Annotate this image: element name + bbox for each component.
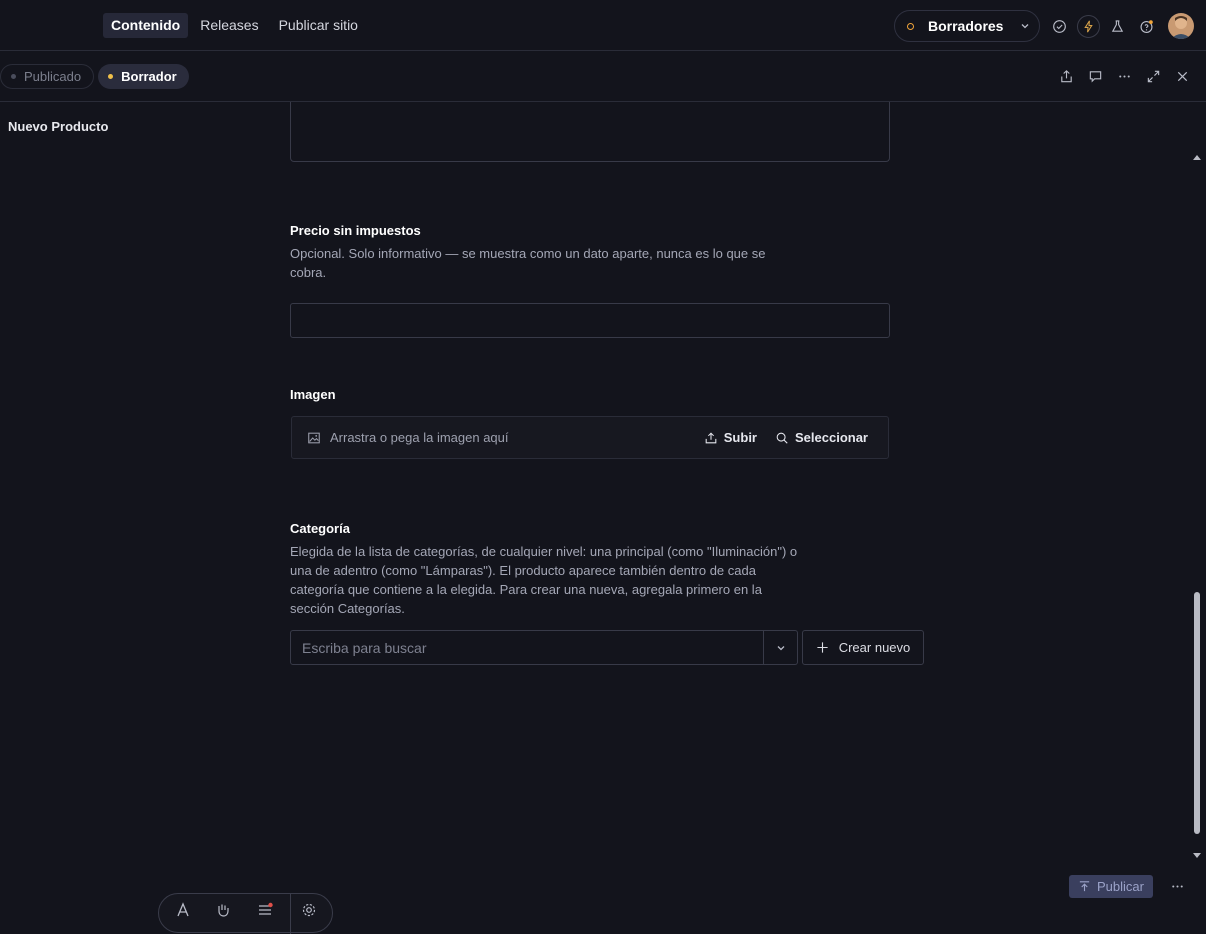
perspective-label: Borradores (928, 18, 1004, 34)
toolbar-divider (290, 894, 291, 934)
reference-input-row: Escriba para buscar Crear nuevo (290, 630, 924, 665)
draft-chip-label: Borrador (121, 69, 177, 84)
tab-publicar-sitio[interactable]: Publicar sitio (271, 13, 366, 38)
reference-search-group: Escriba para buscar (290, 630, 798, 665)
top-navbar: Contenido Releases Publicar sitio Borrad… (0, 0, 1206, 51)
upload-button[interactable]: Subir (704, 430, 757, 445)
tasks-button[interactable] (1048, 15, 1071, 38)
field-title-categoria: Categoría (290, 521, 350, 536)
avatar-image-icon (1168, 13, 1194, 39)
close-icon (1177, 71, 1188, 82)
draft-chip[interactable]: Borrador (98, 64, 189, 89)
field-title-precio: Precio sin impuestos (290, 223, 421, 238)
create-new-label: Crear nuevo (838, 640, 911, 655)
image-dropzone[interactable]: Arrastra o pega la imagen aquí Subir Sel… (291, 416, 889, 459)
categoria-dropdown-toggle[interactable] (764, 630, 798, 665)
updates-button[interactable] (1077, 14, 1100, 38)
help-button[interactable] (1135, 15, 1158, 38)
scroll-down-icon (1193, 853, 1201, 858)
user-avatar[interactable] (1168, 13, 1194, 39)
share-button[interactable] (1055, 65, 1078, 88)
top-right-tools: Borradores (894, 10, 1194, 42)
chevron-down-icon (777, 645, 784, 650)
field-title-imagen: Imagen (290, 387, 336, 402)
flask-icon (1111, 19, 1124, 32)
document-title: Nuevo Producto (8, 119, 109, 134)
published-chip[interactable]: Publicado (0, 64, 95, 89)
version-chips: Publicado Borrador (0, 64, 189, 89)
font-icon[interactable] (175, 902, 191, 918)
publish-label: Publicar (1097, 879, 1144, 894)
precio-input[interactable] (290, 303, 890, 338)
help-circle-icon (1140, 19, 1153, 33)
floating-toolbar (158, 893, 333, 934)
field-description-precio: Opcional. Solo informativo — se muestra … (290, 246, 766, 280)
field-precio: Precio sin impuestos Opcional. Solo info… (290, 223, 890, 338)
perspective-selector[interactable]: Borradores (894, 10, 1040, 42)
tab-releases[interactable]: Releases (192, 13, 266, 38)
select-image-button[interactable]: Seleccionar (775, 430, 868, 445)
scroll-thumb[interactable] (1194, 592, 1200, 834)
ai-assist-button[interactable] (1106, 15, 1129, 38)
select-image-label: Seleccionar (795, 430, 868, 445)
document-header: Publicado Borrador (0, 51, 1206, 102)
field-imagen: Imagen Arrastra o pega la imagen aquí Su… (290, 387, 889, 459)
create-new-button[interactable]: Crear nuevo (802, 630, 924, 665)
published-chip-label: Publicado (24, 69, 82, 84)
published-dot-icon (11, 74, 16, 79)
expand-button[interactable] (1142, 65, 1165, 88)
comments-button[interactable] (1084, 65, 1107, 88)
tab-contenido[interactable]: Contenido (103, 13, 189, 38)
hand-icon[interactable] (215, 902, 231, 918)
draft-dot-icon (108, 74, 114, 79)
draft-perspective-icon (907, 22, 914, 30)
more-horizontal-icon (1119, 75, 1130, 78)
categoria-search-input[interactable]: Escriba para buscar (290, 630, 764, 665)
document-actions (1055, 65, 1194, 88)
scroll-up-icon (1193, 155, 1201, 160)
more-horizontal-icon (1172, 885, 1183, 888)
gear-icon[interactable] (301, 902, 317, 918)
field-categoria: Categoría Elegida de la lista de categor… (290, 521, 924, 665)
form-scrollbar[interactable] (1191, 152, 1203, 861)
field-description-categoria: Elegida de la lista de categorías, de cu… (290, 544, 798, 616)
image-icon (308, 432, 320, 443)
expand-icon (1147, 70, 1160, 83)
publish-icon (1079, 881, 1090, 892)
chevron-down-icon (1021, 24, 1029, 29)
publish-more-button[interactable] (1166, 875, 1189, 898)
image-dropzone-placeholder: Arrastra o pega la imagen aquí (330, 430, 509, 445)
upload-icon (705, 431, 717, 443)
plus-icon (817, 642, 828, 653)
check-circle-icon (1053, 19, 1066, 33)
list-icon[interactable] (257, 902, 273, 918)
upload-label: Subir (723, 430, 757, 445)
publish-button[interactable]: Publicar (1069, 875, 1153, 898)
share-icon (1061, 70, 1072, 83)
close-button[interactable] (1171, 65, 1194, 88)
more-options-button[interactable] (1113, 65, 1136, 88)
bolt-icon (1084, 20, 1093, 32)
search-icon (776, 432, 788, 444)
comment-icon (1089, 71, 1102, 83)
main-nav: Contenido Releases Publicar sitio (103, 13, 366, 38)
previous-field-input[interactable] (290, 102, 890, 162)
